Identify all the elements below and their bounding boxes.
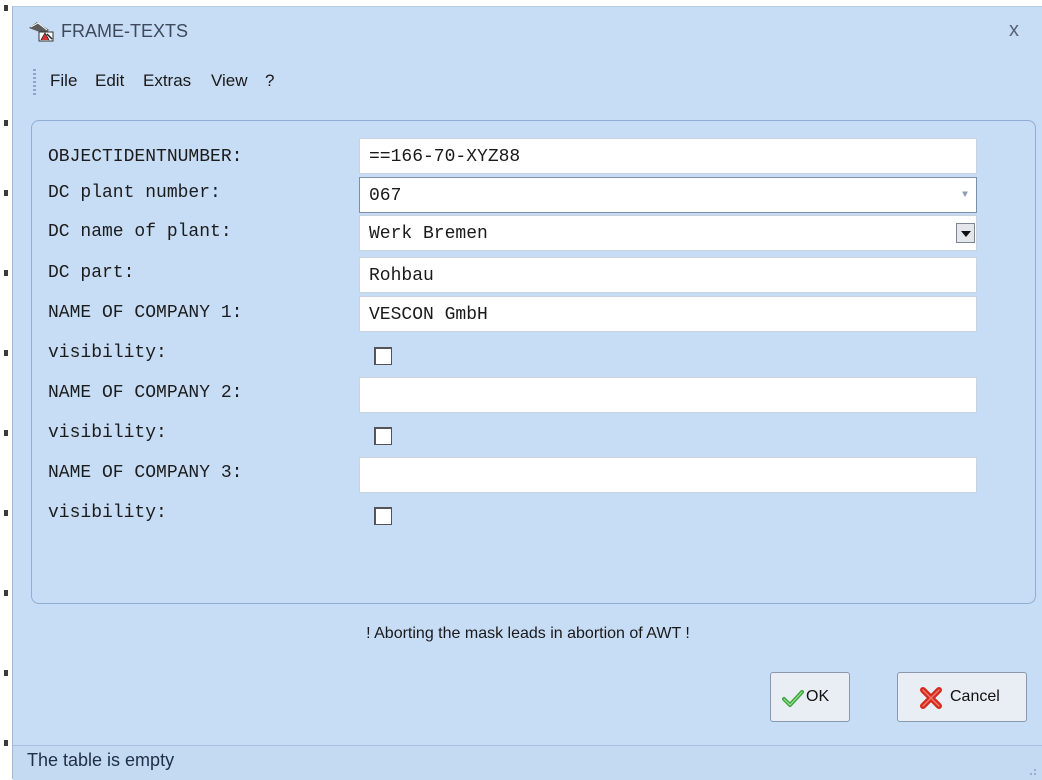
plant-number-label: DC plant number: [48,183,221,203]
plant-name-combo[interactable]: Werk Bremen [359,215,977,251]
edge-mark [4,120,8,126]
edge-mark [4,430,8,436]
edge-mark [4,590,8,596]
status-text: The table is empty [27,750,175,770]
visibility2-label: visibility: [48,423,167,443]
edge-mark [4,190,8,196]
object-ident-input[interactable]: ==166-70-XYZ88 [359,138,977,174]
edge-mark [4,670,8,676]
menu-file[interactable]: File [50,71,77,91]
dropdown-arrow-icon[interactable] [956,223,975,243]
checkmark-icon [782,690,804,707]
app-tools-icon [29,22,54,42]
company3-input[interactable] [359,457,977,493]
cancel-x-icon [920,687,942,709]
frame-texts-dialog: FRAME-TEXTS x File Edit Extras View ? OB… [12,6,1042,780]
ok-button[interactable]: OK [770,672,850,722]
window-title: FRAME-TEXTS [61,21,189,41]
plant-name-value: Werk Bremen [369,224,488,244]
company1-label: NAME OF COMPANY 1: [48,303,243,323]
visibility3-checkbox[interactable] [374,507,392,525]
part-label: DC part: [48,263,135,283]
menu-extras[interactable]: Extras [143,71,191,91]
status-bar: The table is empty [13,745,1042,780]
cancel-button[interactable]: Cancel [897,672,1027,722]
title-bar[interactable]: FRAME-TEXTS x [13,7,1042,53]
part-input[interactable]: Rohbau [359,257,977,293]
plant-name-label: DC name of plant: [48,222,232,242]
menu-grip-icon[interactable] [33,69,36,95]
visibility3-label: visibility: [48,503,167,523]
plant-number-value: 067 [369,186,402,206]
visibility1-checkbox[interactable] [374,347,392,365]
menu-help[interactable]: ? [265,71,274,91]
company3-label: NAME OF COMPANY 3: [48,463,243,483]
form-panel: OBJECTIDENTNUMBER: ==166-70-XYZ88 DC pla… [31,120,1036,604]
visibility2-checkbox[interactable] [374,427,392,445]
menu-bar: File Edit Extras View ? [13,69,613,95]
edge-mark [4,350,8,356]
close-icon[interactable]: x [1009,19,1019,42]
edge-mark [4,5,8,11]
menu-view[interactable]: View [211,71,248,91]
resize-grip-icon[interactable] [1027,766,1037,776]
company2-input[interactable] [359,377,977,413]
cancel-label: Cancel [950,688,1000,705]
object-ident-label: OBJECTIDENTNUMBER: [48,147,243,167]
company1-input[interactable]: VESCON GmbH [359,296,977,332]
plant-number-combo[interactable]: 067 ▼ [359,177,977,213]
visibility1-label: visibility: [48,343,167,363]
chevron-down-icon[interactable]: ▼ [962,190,968,201]
menu-edit[interactable]: Edit [95,71,124,91]
ok-label: OK [806,688,830,705]
edge-mark [4,740,8,746]
background-window-edge [0,0,12,778]
edge-mark [4,510,8,516]
abort-warning: ! Aborting the mask leads in abortion of… [366,625,690,642]
company2-label: NAME OF COMPANY 2: [48,383,243,403]
edge-mark [4,270,8,276]
